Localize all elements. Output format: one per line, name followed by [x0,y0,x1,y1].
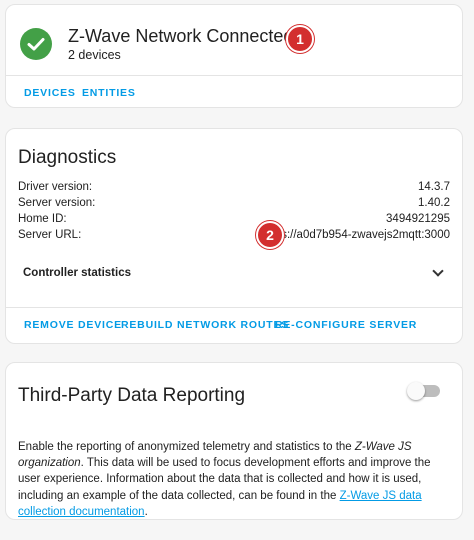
description-text-end: . [144,505,148,518]
network-status-title: Z-Wave Network Connected [68,26,294,46]
description-text: Enable the reporting of anonymized telem… [18,441,355,453]
data-reporting-title: Third-Party Data Reporting [18,385,246,406]
annotation-marker-2: 2 [256,221,284,249]
diagnostics-card: Diagnostics Driver version: 14.3.7 Serve… [5,128,463,344]
card-divider [6,75,462,76]
network-status-card: Z-Wave Network Connected 2 devices 1 DEV… [5,4,463,108]
server-url-label: Server URL: [18,229,82,241]
home-id-value: 3494921295 [386,213,450,225]
chevron-down-icon [432,265,444,277]
rebuild-network-routes-button[interactable]: REBUILD NETWORK ROUTES [121,319,289,331]
controller-statistics-label: Controller statistics [23,267,131,279]
driver-version-row: Driver version: 14.3.7 [18,181,450,193]
diagnostics-title: Diagnostics [18,147,117,168]
devices-button[interactable]: DEVICES [24,87,76,99]
home-id-row: Home ID: 3494921295 [18,213,450,225]
server-version-label: Server version: [18,197,96,209]
controller-statistics-expander[interactable]: Controller statistics [23,265,444,279]
driver-version-label: Driver version: [18,181,93,193]
card-divider [6,307,462,308]
network-status-row: Z-Wave Network Connected 2 devices [20,25,293,62]
server-url-row: Server URL: ws://a0d7b954-zwavejs2mqtt:3… [18,229,450,241]
status-text: Z-Wave Network Connected 2 devices [68,25,293,62]
server-url-value: ws://a0d7b954-zwavejs2mqtt:3000 [272,229,450,241]
server-version-value: 1.40.2 [418,197,450,209]
entities-button[interactable]: ENTITIES [82,87,136,99]
data-reporting-toggle[interactable] [407,382,440,400]
driver-version-value: 14.3.7 [418,181,450,193]
server-version-row: Server version: 1.40.2 [18,197,450,209]
device-count: 2 devices [68,48,121,62]
reconfigure-server-button[interactable]: RE-CONFIGURE SERVER [275,319,417,331]
toggle-knob [407,382,425,400]
check-circle-icon [20,27,52,60]
annotation-marker-1: 1 [286,25,314,53]
remove-device-button[interactable]: REMOVE DEVICE [24,319,122,331]
home-id-label: Home ID: [18,213,67,225]
data-reporting-description: Enable the reporting of anonymized telem… [18,439,448,520]
data-reporting-card: Third-Party Data Reporting Enable the re… [5,362,463,520]
